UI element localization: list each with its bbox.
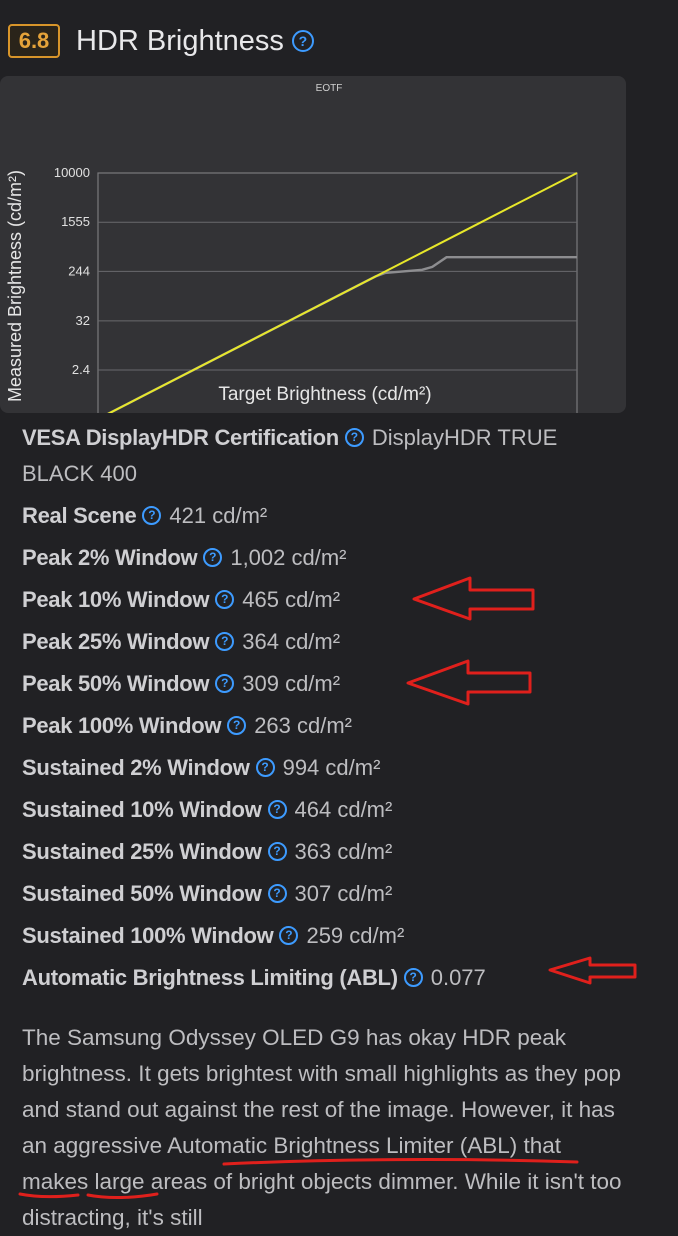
question-circle-icon[interactable]: ? <box>215 631 235 651</box>
question-circle-icon[interactable]: ? <box>227 715 247 735</box>
eotf-chart-svg: EOTF 02.432244155510000 00.32.49.8329424… <box>5 83 578 413</box>
measurement-row: Sustained 10% Window? 464 cd/m² <box>22 792 622 834</box>
measurement-row: Peak 25% Window? 364 cd/m² <box>22 624 622 666</box>
measurement-list: VESA DisplayHDR Certification? DisplayHDR… <box>22 420 622 1002</box>
measurement-label: Peak 2% Window <box>22 545 198 570</box>
measurement-label: Sustained 100% Window <box>22 923 274 948</box>
measurement-row: VESA DisplayHDR Certification? DisplayHDR… <box>22 420 622 492</box>
measurement-row: Peak 10% Window? 465 cd/m² <box>22 582 622 624</box>
question-circle-icon[interactable]: ? <box>267 883 287 903</box>
measurement-label: Sustained 50% Window <box>22 881 262 906</box>
measurement-label: Peak 25% Window <box>22 629 210 654</box>
measurement-value: 259 cd/m² <box>306 923 405 948</box>
measurement-row: Sustained 50% Window? 307 cd/m² <box>22 876 622 918</box>
measurement-row: Sustained 100% Window? 259 cd/m² <box>22 918 622 960</box>
measurement-value: 363 cd/m² <box>294 839 393 864</box>
target-eotf-line <box>107 172 578 413</box>
question-circle-icon[interactable]: ? <box>403 967 423 987</box>
measurement-value: 307 cd/m² <box>294 881 393 906</box>
measurement-row: Automatic Brightness Limiting (ABL)? 0.07… <box>22 960 622 1002</box>
measurement-label: Automatic Brightness Limiting (ABL) <box>22 965 398 990</box>
measurement-value: 309 cd/m² <box>242 671 341 696</box>
question-circle-icon[interactable]: ? <box>215 589 235 609</box>
measurement-label: Peak 10% Window <box>22 587 210 612</box>
question-circle-icon[interactable]: ? <box>344 427 364 447</box>
measurement-label: VESA DisplayHDR Certification <box>22 425 339 450</box>
measurement-row: Sustained 2% Window? 994 cd/m² <box>22 750 622 792</box>
y-axis-label: Measured Brightness (cd/m²) <box>5 170 25 402</box>
question-circle-icon[interactable]: ? <box>203 547 223 567</box>
question-circle-icon[interactable]: ? <box>267 799 287 819</box>
measurement-label: Peak 100% Window <box>22 713 222 738</box>
measurement-label: Sustained 25% Window <box>22 839 262 864</box>
section-header: 6.8 HDR Brightness ? <box>8 22 314 60</box>
measurement-label: Sustained 10% Window <box>22 797 262 822</box>
question-circle-icon[interactable]: ? <box>142 505 162 525</box>
measurement-label: Sustained 2% Window <box>22 755 250 780</box>
question-circle-icon[interactable]: ? <box>255 757 275 777</box>
y-tick-label: 0 <box>83 411 90 413</box>
measurement-value: 421 cd/m² <box>169 503 268 528</box>
question-circle-icon[interactable]: ? <box>267 841 287 861</box>
measurement-value: 994 cd/m² <box>282 755 381 780</box>
measurement-value: 464 cd/m² <box>294 797 393 822</box>
measurement-value: 1,002 cd/m² <box>230 545 347 570</box>
measurement-label: Real Scene <box>22 503 137 528</box>
score-badge: 6.8 <box>8 24 60 58</box>
y-tick-label: 2.4 <box>72 362 90 377</box>
question-circle-icon[interactable]: ? <box>279 925 299 945</box>
question-circle-icon[interactable]: ? <box>215 673 235 693</box>
measurement-value: 0.077 <box>430 965 486 990</box>
chart-title: EOTF <box>316 83 343 94</box>
measurement-row: Sustained 25% Window? 363 cd/m² <box>22 834 622 876</box>
measurement-label: Peak 50% Window <box>22 671 210 696</box>
eotf-chart: EOTF 02.432244155510000 00.32.49.8329424… <box>0 76 626 413</box>
measurement-row: Peak 2% Window? 1,002 cd/m² <box>22 540 622 582</box>
measurement-value: 364 cd/m² <box>242 629 341 654</box>
y-tick-label: 10000 <box>54 165 90 180</box>
y-tick-label: 32 <box>76 313 90 328</box>
question-circle-icon[interactable]: ? <box>291 30 314 52</box>
y-tick-label: 1555 <box>61 214 90 229</box>
measurement-row: Peak 50% Window? 309 cd/m² <box>22 666 622 708</box>
description-paragraph: The Samsung Odyssey OLED G9 has okay HDR… <box>22 1020 622 1236</box>
abl-link[interactable]: aggressive Automatic Brightness Limiter … <box>53 1133 517 1158</box>
measurement-value: 465 cd/m² <box>242 587 341 612</box>
measurement-value: 263 cd/m² <box>254 713 353 738</box>
measurement-row: Real Scene? 421 cd/m² <box>22 498 622 540</box>
x-axis-label: Target Brightness (cd/m²) <box>218 384 431 405</box>
section-title: HDR Brightness <box>76 24 284 57</box>
y-tick-label: 244 <box>68 263 90 278</box>
measurement-row: Peak 100% Window? 263 cd/m² <box>22 708 622 750</box>
